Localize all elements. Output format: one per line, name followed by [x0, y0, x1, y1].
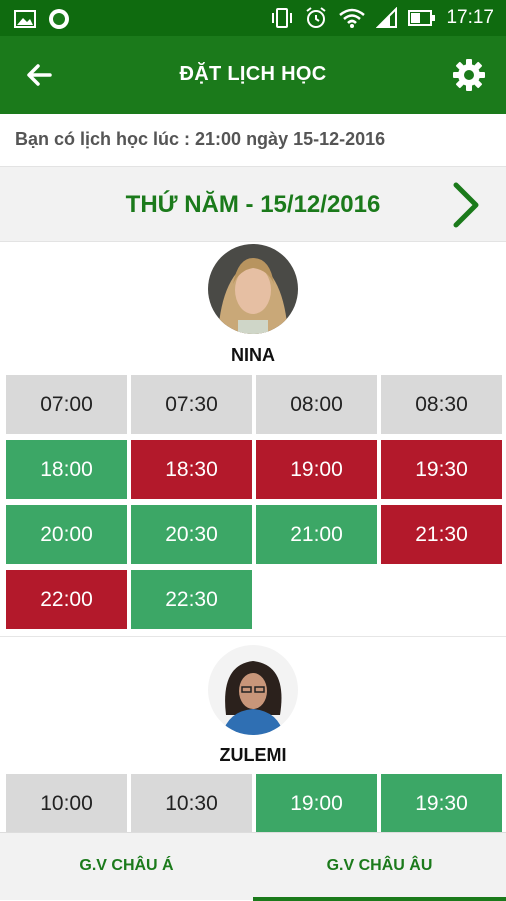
teacher-card: ZULEMI 10:00 10:30 19:00 19:30 [0, 637, 506, 832]
tab-bar: G.V CHÂU Á G.V CHÂU ÂU [0, 832, 506, 901]
time-slot-grey: 08:30 [381, 375, 502, 434]
teacher-card: NINA 07:00 07:30 08:00 08:30 18:00 18:30 19:00… [0, 242, 506, 636]
time-slot-green[interactable]: 21:00 [256, 505, 377, 564]
time-slot-grey: 07:00 [6, 375, 127, 434]
signal-icon [376, 7, 398, 28]
alarm-icon [306, 7, 327, 28]
time-slot-red[interactable]: 18:30 [131, 440, 252, 499]
time-slot-green[interactable]: 20:00 [6, 505, 127, 564]
booking-notice: Bạn có lịch học lúc : 21:00 ngày 15-12-2… [0, 114, 506, 166]
avatar [208, 645, 298, 735]
time-slot-red[interactable]: 19:00 [256, 440, 377, 499]
time-slot-grey: 10:00 [6, 774, 127, 832]
time-slot-red[interactable]: 19:30 [381, 440, 502, 499]
time-slot-green[interactable]: 22:30 [131, 570, 252, 629]
image-icon [14, 10, 36, 28]
avatar [208, 244, 298, 334]
time-slot-red[interactable]: 22:00 [6, 570, 127, 629]
time-slot-green[interactable]: 19:30 [381, 774, 502, 832]
teacher-name: ZULEMI [219, 745, 287, 765]
chevron-right-icon[interactable] [450, 181, 482, 229]
selected-date: THỨ NĂM - 15/12/2016 [125, 191, 381, 218]
time-slot-grey: 07:30 [131, 375, 252, 434]
time-slot-green[interactable]: 18:00 [6, 440, 127, 499]
vibrate-icon [272, 8, 293, 28]
status-time: 17:17 [446, 7, 494, 28]
time-slot-green[interactable]: 20:30 [131, 505, 252, 564]
teacher-list: NINA 07:00 07:30 08:00 08:30 18:00 18:30 19:00… [0, 242, 506, 832]
tab-european-teachers[interactable]: G.V CHÂU ÂU [253, 833, 506, 901]
page-title: ĐẶT LỊCH HỌC [179, 63, 327, 85]
app-badge-icon [49, 9, 69, 29]
battery-icon [408, 10, 436, 26]
teacher-name: NINA [231, 345, 275, 365]
date-bar: THỨ NĂM - 15/12/2016 [0, 166, 506, 242]
time-slot-grey: 08:00 [256, 375, 377, 434]
time-slot-grey: 10:30 [131, 774, 252, 832]
status-bar: 17:17 [0, 0, 506, 36]
gear-icon[interactable] [452, 58, 486, 92]
app-bar: ĐẶT LỊCH HỌC [0, 36, 506, 114]
wifi-icon [339, 8, 366, 28]
time-slot-red[interactable]: 21:30 [381, 505, 502, 564]
tab-asian-teachers[interactable]: G.V CHÂU Á [0, 833, 253, 901]
time-slot-green[interactable]: 19:00 [256, 774, 377, 832]
